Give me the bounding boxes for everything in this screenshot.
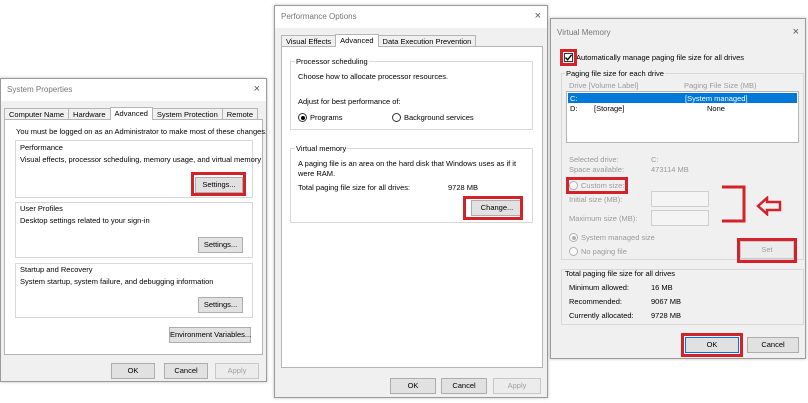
virtual-memory-title: Virtual memory — [295, 144, 348, 153]
no-paging-file-label: No paging file — [581, 247, 627, 256]
performance-options-titlebar: Performance Options × — [275, 6, 547, 28]
startup-recovery-title: Startup and Recovery — [20, 265, 93, 274]
background-services-label: Background services — [404, 113, 474, 122]
recommended-value: 9067 MB — [651, 297, 682, 306]
window-title: Performance Options — [281, 12, 357, 21]
ok-button[interactable]: OK — [111, 363, 155, 379]
cancel-button[interactable]: Cancel — [164, 363, 208, 379]
close-icon[interactable]: × — [535, 9, 541, 23]
initial-size-input[interactable] — [651, 191, 709, 207]
selected-drive-value: C: — [651, 155, 659, 164]
auto-manage-checkbox[interactable] — [564, 53, 573, 62]
total-paging-label: Total paging file size for all drives: — [298, 183, 411, 192]
processor-scheduling-description: Choose how to allocate processor resourc… — [298, 72, 449, 81]
performance-settings-button[interactable]: Settings... — [195, 177, 243, 193]
advanced-tab-panel: You must be logged on as an Administrato… — [4, 119, 266, 355]
cancel-button[interactable]: Cancel — [747, 337, 799, 353]
virtual-memory-description-line2: were RAM. — [298, 169, 336, 178]
close-icon[interactable]: × — [254, 82, 260, 96]
custom-size-label: Custom size: — [581, 181, 625, 190]
tab-advanced[interactable]: Advanced — [109, 107, 153, 120]
maximum-size-label: Maximum size (MB): — [569, 214, 638, 223]
total-paging-value: 9728 MB — [448, 183, 479, 192]
performance-options-dialog: Performance Options × Visual Effects Adv… — [274, 5, 548, 398]
selected-drive-label: Selected drive: — [569, 155, 619, 164]
close-icon[interactable]: × — [793, 25, 799, 39]
left-arrow-icon — [756, 196, 782, 216]
user-profiles-description: Desktop settings related to your sign-in — [20, 216, 150, 225]
virtual-memory-titlebar: Virtual Memory × — [551, 19, 805, 41]
row-d-drive[interactable]: D: — [570, 104, 578, 113]
currently-allocated-value: 9728 MB — [651, 311, 682, 320]
minimum-allowed-value: 16 MB — [651, 283, 673, 292]
apply-button[interactable]: Apply — [493, 378, 541, 394]
tab-advanced[interactable]: Advanced — [335, 34, 379, 47]
cancel-button[interactable]: Cancel — [441, 378, 487, 394]
system-properties-titlebar: System Properties × — [1, 79, 266, 101]
programs-radio[interactable] — [298, 113, 307, 122]
user-profiles-title: User Profiles — [20, 204, 63, 213]
ok-button[interactable]: OK — [390, 378, 436, 394]
system-managed-radio[interactable] — [569, 233, 578, 242]
startup-recovery-settings-button[interactable]: Settings... — [198, 297, 243, 313]
change-button[interactable]: Change... — [471, 200, 523, 216]
custom-size-radio[interactable] — [569, 181, 578, 190]
column-drive-header: Drive [Volume Label] — [569, 81, 639, 90]
environment-variables-button[interactable]: Environment Variables... — [169, 327, 251, 343]
minimum-allowed-label: Minimum allowed: — [569, 283, 630, 292]
processor-scheduling-title: Processor scheduling — [295, 57, 369, 66]
checkmark-icon — [564, 54, 573, 61]
auto-manage-label: Automatically manage paging file size fo… — [576, 53, 744, 62]
column-size-header: Paging File Size (MB) — [684, 81, 757, 90]
list-item-c-selected[interactable] — [568, 93, 797, 103]
adjust-label: Adjust for best performance of: — [298, 97, 401, 106]
virtual-memory-description-line1: A paging file is an area on the hard dis… — [298, 159, 517, 168]
ok-button[interactable]: OK — [685, 337, 739, 353]
system-properties-dialog: System Properties × Computer Name Hardwa… — [0, 78, 267, 382]
advanced-tab-panel: Processor scheduling Choose how to alloc… — [281, 46, 543, 368]
apply-button[interactable]: Apply — [215, 363, 259, 379]
row-d-label: [Storage] — [594, 104, 625, 113]
programs-label: Programs — [310, 113, 343, 122]
system-managed-label: System managed size — [581, 233, 655, 242]
space-available-label: Space available: — [569, 165, 625, 174]
set-button[interactable]: Set — [740, 241, 794, 259]
recommended-label: Recommended: — [569, 297, 622, 306]
paging-file-group-title: Paging file size for each drive — [565, 69, 665, 78]
window-title: Virtual Memory — [557, 28, 611, 37]
admin-note: You must be logged on as an Administrato… — [16, 127, 267, 136]
row-c-size: [System managed] — [685, 94, 748, 103]
initial-size-label: Initial size (MB): — [569, 195, 623, 204]
no-paging-file-radio[interactable] — [569, 247, 578, 256]
maximum-size-input[interactable] — [651, 210, 709, 226]
performance-description: Visual effects, processor scheduling, me… — [20, 155, 262, 164]
drive-list[interactable]: C: [System managed] D: [Storage] None — [566, 91, 799, 143]
background-services-radio[interactable] — [392, 113, 401, 122]
row-d-size: None — [707, 104, 725, 113]
performance-title: Performance — [20, 143, 63, 152]
total-paging-group-title: Total paging file size for all drives — [565, 269, 676, 278]
user-profiles-settings-button[interactable]: Settings... — [198, 237, 243, 253]
window-title: System Properties — [7, 85, 73, 94]
startup-recovery-description: System startup, system failure, and debu… — [20, 277, 214, 286]
space-available-value: 473114 MB — [651, 165, 689, 174]
currently-allocated-label: Currently allocated: — [569, 311, 634, 320]
row-c-drive: C: — [570, 94, 578, 103]
